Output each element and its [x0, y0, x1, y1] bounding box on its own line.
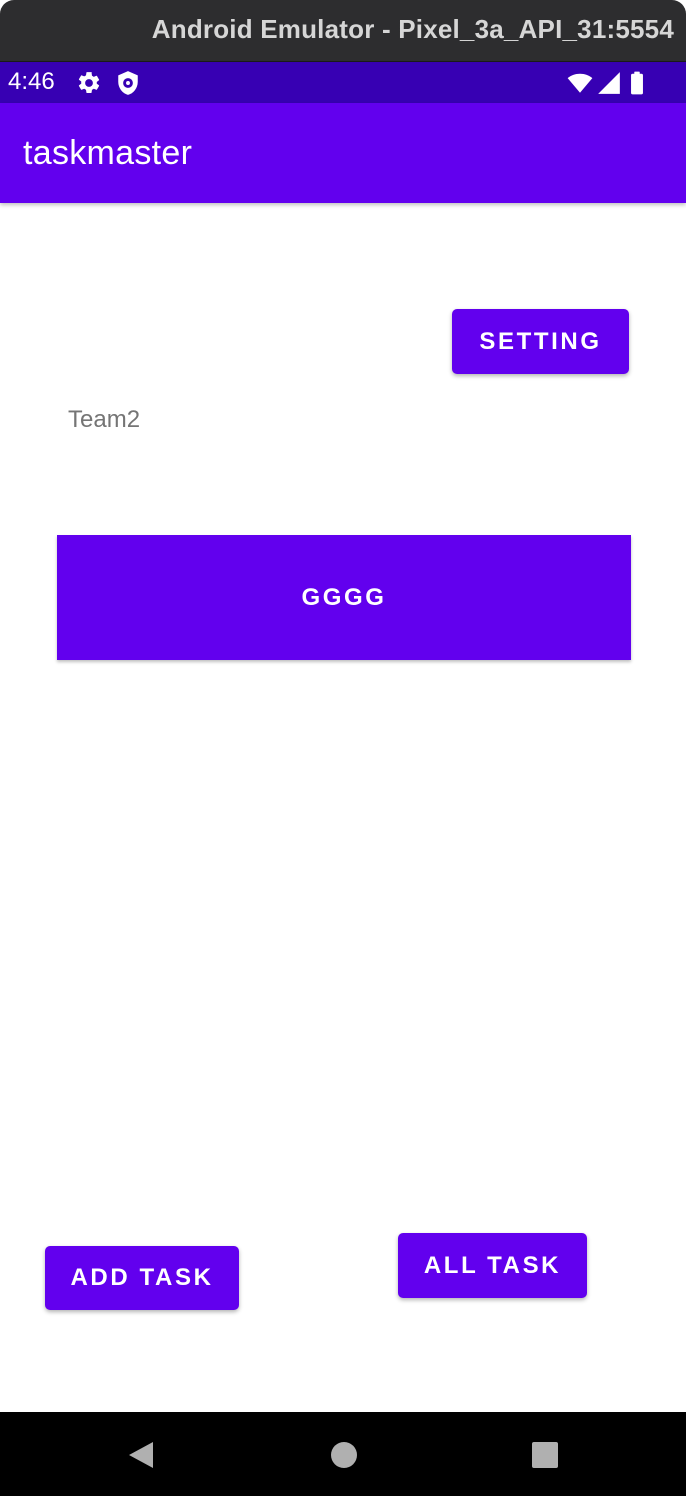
app-bar: taskmaster [0, 103, 686, 203]
back-icon[interactable] [126, 1440, 156, 1470]
battery-icon [631, 71, 643, 95]
emulator-title-bar: Android Emulator - Pixel_3a_API_31:5554 [0, 0, 686, 62]
team-label: Team2 [68, 406, 141, 433]
gear-icon [78, 72, 100, 93]
status-time: 4:46 [8, 68, 55, 95]
all-task-button[interactable]: ALL TASK [398, 1233, 587, 1298]
add-task-button[interactable]: ADD TASK [45, 1246, 239, 1310]
task-title: GGGG [301, 583, 387, 611]
navigation-bar [0, 1412, 686, 1496]
wifi-icon [567, 73, 593, 93]
app-title: taskmaster [23, 134, 193, 172]
emulator-frame: Android Emulator - Pixel_3a_API_31:5554 … [0, 0, 686, 1496]
home-icon[interactable] [329, 1440, 359, 1470]
recents-icon[interactable] [530, 1440, 560, 1470]
shield-icon [118, 71, 138, 95]
status-bar: 4:46 [0, 62, 686, 103]
setting-button[interactable]: SETTING [452, 309, 629, 374]
emulator-window-title: Android Emulator - Pixel_3a_API_31:5554 [151, 14, 674, 44]
signal-icon [598, 72, 620, 94]
task-list-item[interactable]: GGGG [57, 535, 631, 660]
